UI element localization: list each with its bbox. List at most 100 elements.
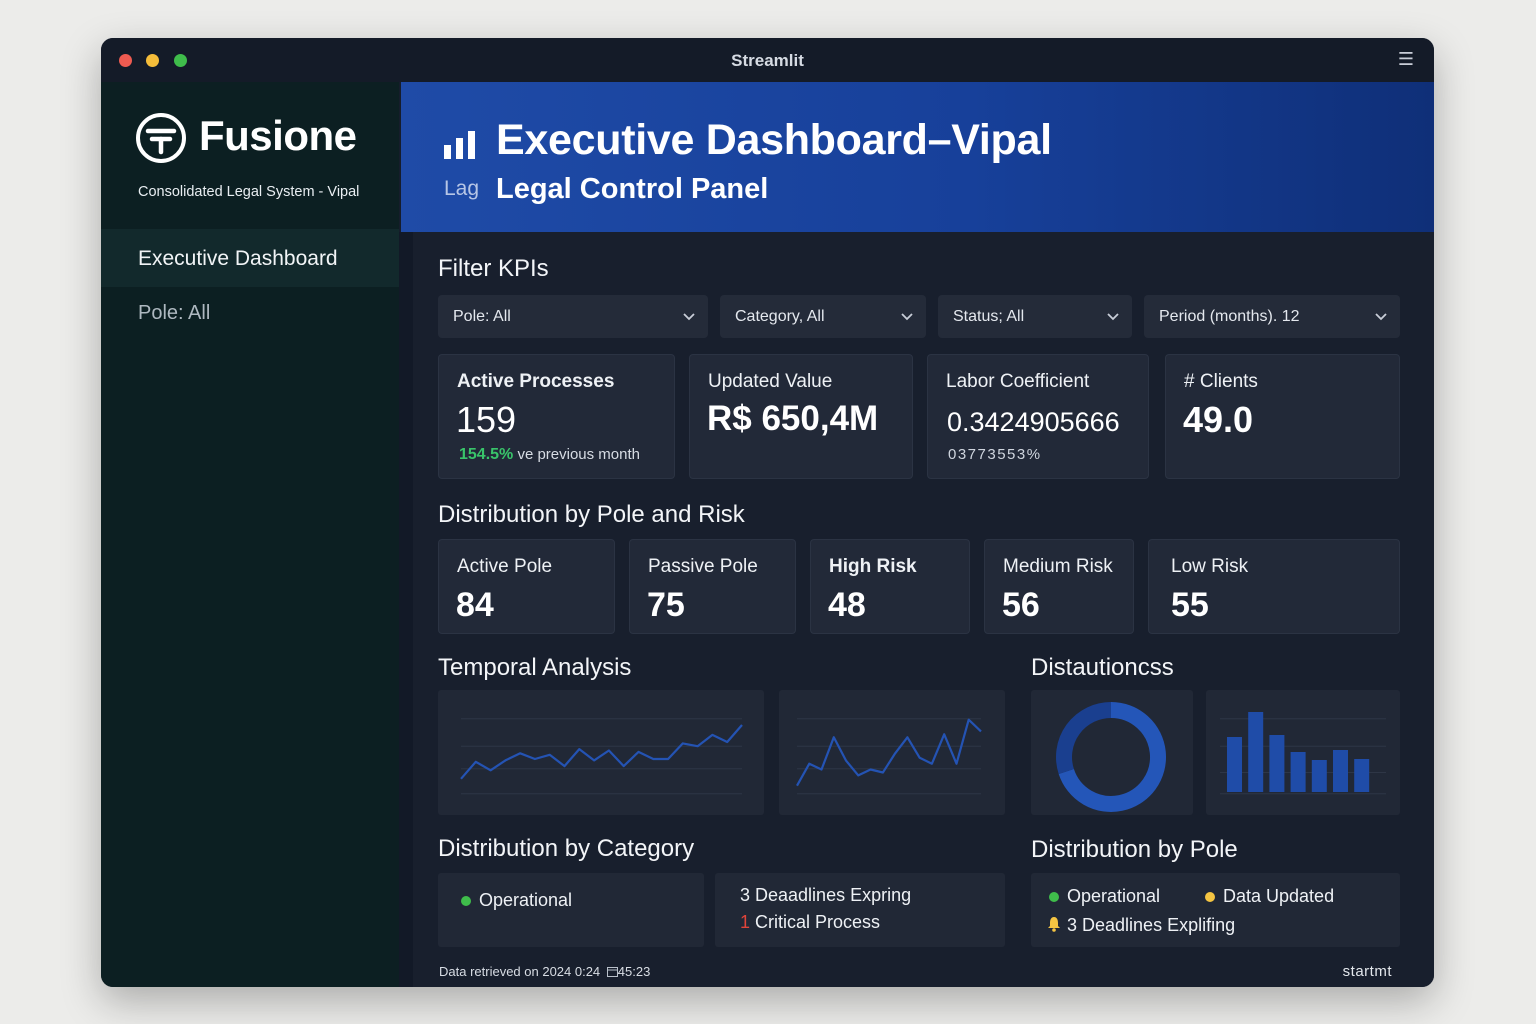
active-pole-card: Active Pole 84 <box>438 539 615 634</box>
bar <box>1290 752 1306 792</box>
bell-icon <box>1048 917 1060 932</box>
low-risk-card: Low Risk 55 <box>1148 539 1400 634</box>
category-alerts-panel: 3 Deaadlines Expring 1 Critical Process <box>715 873 1005 947</box>
card-label: Passive Pole <box>648 556 758 577</box>
series-line <box>796 718 982 787</box>
kpi-delta-text: ve previous month <box>517 446 641 463</box>
kpi-delta: 154.5% ve previous month <box>459 446 640 464</box>
bar <box>1354 759 1370 792</box>
period-select-value: Period (months). 12 <box>1159 308 1300 325</box>
medium-risk-card: Medium Risk 56 <box>984 539 1134 634</box>
sidebar: Fusione Consolidated Legal System - Vipa… <box>101 82 399 987</box>
green-status-dot-icon <box>1049 892 1059 903</box>
retrieved-time: 45:23 <box>617 964 651 979</box>
pole-risk-section-title: Distribution by Pole and Risk <box>438 501 745 528</box>
page-subtitle: Legal Control Panel <box>496 173 769 205</box>
bar <box>1248 712 1264 792</box>
status-text: Operational <box>1067 886 1161 906</box>
series-line <box>460 724 743 780</box>
pole-select[interactable]: Pole: All <box>438 295 708 338</box>
status-operational: Operational <box>461 890 572 911</box>
temporal-section-title: Temporal Analysis <box>438 654 632 681</box>
status-text: Operational <box>479 890 573 910</box>
calendar-icon <box>606 967 618 977</box>
category-select-value: Category, All <box>735 308 825 325</box>
deadlines-alert: 3 Deaadlines Expring <box>740 885 912 905</box>
bar <box>1269 735 1285 792</box>
bar-chart-icon <box>444 131 475 159</box>
yellow-status-dot-icon <box>1205 892 1215 903</box>
card-value: 75 <box>647 586 685 624</box>
pole-status-panel: Operational Data Updated 3 Deadlines Exp… <box>1031 873 1400 947</box>
status-operational: Operational <box>1049 886 1160 907</box>
card-label: Low Risk <box>1171 556 1249 577</box>
brand-tagline: Consolidated Legal System - Vipal <box>138 184 360 200</box>
temporal-line-chart-1 <box>460 718 743 795</box>
chevron-down-icon <box>1375 313 1387 321</box>
page-title: Executive Dashboard–Vipal <box>496 116 1052 164</box>
page-header: Executive Dashboard–Vipal Lag Legal Cont… <box>401 82 1434 232</box>
data-retrieved-footer: Data retrieved on 2024 0:24 45:23 <box>439 964 650 979</box>
temporal-line-chart-2 <box>796 718 982 795</box>
kpi-labor-coefficient: Labor Coefficient 0.3424905666 03773553% <box>927 354 1149 479</box>
filter-section-title: Filter KPIs <box>438 255 549 282</box>
status-text: Data Updated <box>1223 886 1335 906</box>
critical-count: 1 <box>740 912 751 932</box>
card-value: 84 <box>456 586 494 624</box>
card-value: 55 <box>1171 586 1209 624</box>
sidebar-item-executive-dashboard[interactable]: Executive Dashboard <box>101 229 399 287</box>
chevron-down-icon <box>901 313 913 321</box>
kpi-value: 159 <box>456 399 517 440</box>
green-status-dot-icon <box>461 896 471 907</box>
header-prefix: Lag <box>444 177 480 200</box>
deadlines-alert: 3 Deadlines Expliﬁng <box>1047 915 1235 936</box>
category-section-title: Distribution by Category <box>438 835 695 862</box>
chevron-down-icon <box>683 313 695 321</box>
kpi-delta-percent: 154.5% <box>459 446 514 463</box>
critical-alert: 1 Critical Process <box>740 912 880 933</box>
window-title: Streamlit <box>731 51 804 70</box>
sidebar-divider <box>399 232 413 987</box>
deadlines-text: 3 Deadlines Expliﬁng <box>1067 915 1236 935</box>
kpi-label: Updated Value <box>708 371 833 392</box>
kpi-value: R$ 650,4M <box>707 399 879 438</box>
bar-chart-panel <box>1206 690 1400 815</box>
app-window: Streamlit ☰ Fusione Consolidated Legal S… <box>101 38 1434 987</box>
kpi-active-processes: Active Processes 159 154.5% ve previous … <box>438 354 675 479</box>
sidebar-item-pole[interactable]: Pole: All <box>138 302 210 325</box>
card-value: 56 <box>1002 586 1040 624</box>
kpi-label: # Clients <box>1184 371 1258 392</box>
kpi-subvalue: 03773553% <box>948 446 1042 463</box>
kpi-updated-value: Updated Value R$ 650,4M <box>689 354 913 479</box>
bar <box>1311 760 1327 792</box>
bar-chart <box>1220 712 1386 795</box>
passive-pole-card: Passive Pole 75 <box>629 539 796 634</box>
bar <box>1333 750 1348 792</box>
temporal-chart-2-panel <box>779 690 1005 815</box>
status-select[interactable]: Status; All <box>938 295 1132 338</box>
critical-text: Critical Process <box>755 912 881 932</box>
kpi-label: Labor Coefficient <box>946 371 1090 392</box>
menu-icon[interactable]: ☰ <box>1398 49 1414 70</box>
status-data-updated: Data Updated <box>1205 886 1334 907</box>
category-status-panel: Operational <box>438 873 704 947</box>
kpi-clients: # Clients 49.0 <box>1165 354 1400 479</box>
category-select[interactable]: Category, All <box>720 295 926 338</box>
period-select[interactable]: Period (months). 12 <box>1144 295 1400 338</box>
card-value: 48 <box>828 586 866 624</box>
kpi-label: Active Processes <box>457 371 615 392</box>
retrieved-text: Data retrieved on 2024 0:24 <box>439 964 601 979</box>
kpi-value: 49.0 <box>1183 399 1254 440</box>
card-label: High Risk <box>829 556 917 577</box>
title-bar: Streamlit ☰ <box>101 38 1434 82</box>
donut-chart-panel <box>1031 690 1193 815</box>
pole-select-value: Pole: All <box>453 308 511 325</box>
pole-distribution-section-title: Distribution by Pole <box>1031 836 1238 863</box>
card-label: Medium Risk <box>1003 556 1113 577</box>
high-risk-card: High Risk 48 <box>810 539 970 634</box>
footer-status-text: startmt <box>1342 963 1392 980</box>
kpi-value: 0.3424905666 <box>947 407 1120 437</box>
distribution-chart-section-title: Distautioncss <box>1031 654 1174 681</box>
donut-slice <box>1056 702 1112 774</box>
bar <box>1227 737 1242 792</box>
